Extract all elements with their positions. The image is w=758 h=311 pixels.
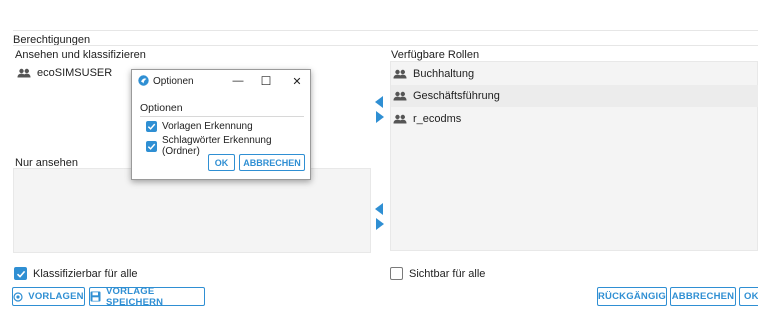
dialog-divider [140,116,304,117]
users-icon [393,114,407,124]
dialog-ok-button[interactable]: OK [208,154,235,171]
top-divider [13,30,758,31]
app-logo-icon [138,75,149,86]
role-item-buchhaltung[interactable]: Buchhaltung [391,63,758,85]
checkbox-icon[interactable] [146,121,157,132]
view-only-list[interactable] [13,168,371,253]
view-classify-label: Ansehen und klassifizieren [15,49,146,61]
arrow-right-icon[interactable] [376,218,384,230]
target-icon [13,291,23,302]
options-dialog[interactable]: Optionen — ☐ ✕ Optionen Vorlagen Erkennu… [131,69,311,180]
role-label: Geschäftsführung [413,90,500,102]
visible-all-checkbox[interactable]: Sichtbar für alle [390,267,485,280]
templates-button[interactable]: VORLAGEN [12,287,85,306]
role-item-r-ecodms[interactable]: r_ecodms [391,108,758,130]
cancel-button[interactable]: ABBRECHEN [670,287,736,306]
dialog-cancel-button[interactable]: ABBRECHEN [239,154,305,171]
role-label: Buchhaltung [413,68,475,80]
users-icon [393,69,407,79]
dialog-section-label: Optionen [140,102,183,114]
role-label: r_ecodms [413,113,462,125]
users-icon [17,68,31,78]
option-label: Vorlagen Erkennung [162,121,253,132]
checkbox-icon[interactable] [14,267,27,280]
arrow-left-icon[interactable] [375,203,383,215]
close-icon[interactable]: ✕ [289,73,305,89]
classifiable-all-checkbox[interactable]: Klassifizierbar für alle [14,267,138,280]
undo-button[interactable]: RÜCKGÄNGIG [597,287,667,306]
arrow-left-icon[interactable] [375,96,383,108]
dialog-title: Optionen [153,76,194,87]
option-templates-detection[interactable]: Vorlagen Erkennung [146,121,253,132]
users-icon [393,91,407,101]
save-template-button[interactable]: VORLAGE SPEICHERN [89,285,205,308]
list-item-label: ecoSIMSUSER [37,67,113,79]
section-divider [13,45,758,46]
classifiable-all-label: Klassifizierbar für alle [33,267,138,280]
available-roles-label: Verfügbare Rollen [391,49,480,61]
visible-all-label: Sichtbar für alle [409,267,486,280]
role-item-geschaeftsfuehrung[interactable]: Geschäftsführung [391,85,758,107]
list-item[interactable]: ecoSIMSUSER [17,62,112,84]
templates-label: VORLAGEN [28,291,84,302]
minimize-icon[interactable]: — [230,73,246,89]
floppy-icon [90,291,101,302]
ok-button[interactable]: OK [739,287,758,306]
save-template-label: VORLAGE SPEICHERN [106,285,164,308]
checkbox-icon[interactable] [146,140,157,152]
dialog-titlebar[interactable]: Optionen — ☐ ✕ [132,70,310,92]
checkbox-icon[interactable] [390,267,403,280]
arrow-right-icon[interactable] [376,111,384,123]
maximize-icon[interactable]: ☐ [258,73,274,89]
